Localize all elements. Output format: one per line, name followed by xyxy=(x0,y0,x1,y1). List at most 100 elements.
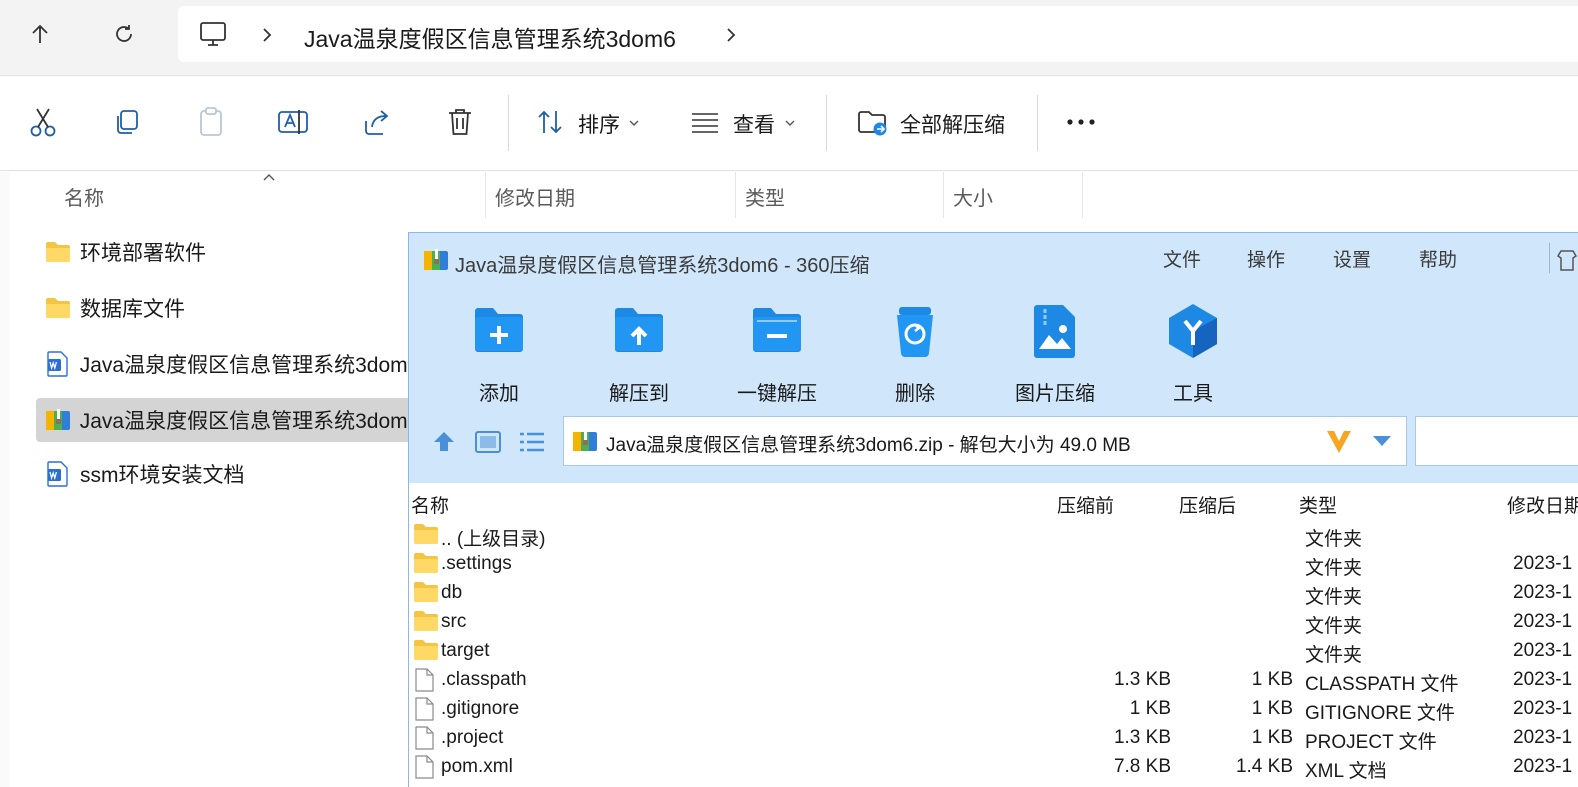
one-click-extract-icon xyxy=(747,301,807,361)
view-mode-button[interactable] xyxy=(475,431,501,453)
sort-button[interactable]: 排序 xyxy=(578,109,620,139)
chevron-right-icon[interactable] xyxy=(724,26,738,44)
column-after-size[interactable]: 压缩后 xyxy=(1179,491,1236,518)
dropdown-arrow-icon[interactable] xyxy=(1372,435,1392,447)
tools-button[interactable]: 工具 xyxy=(1133,301,1253,406)
column-divider[interactable] xyxy=(1082,172,1083,218)
skin-icon[interactable] xyxy=(1557,249,1577,271)
add-folder-icon xyxy=(469,301,529,361)
tool-label: 一键解压 xyxy=(737,383,817,405)
file-row[interactable]: Java温泉度假区信息管理系统3dom6 xyxy=(36,342,416,386)
search-input[interactable] xyxy=(1415,416,1578,466)
share-icon xyxy=(365,110,389,135)
zip360-column-header: 名称 压缩前 压缩后 类型 修改日期 xyxy=(409,485,1578,519)
paste-button[interactable] xyxy=(194,105,228,139)
entry-name: src xyxy=(441,611,467,632)
file-icon xyxy=(413,697,439,721)
column-name[interactable]: 名称 xyxy=(64,182,104,211)
tools-hex-icon xyxy=(1163,301,1223,361)
sort-icon xyxy=(534,105,568,139)
extract-to-button[interactable]: 解压到 xyxy=(579,301,699,406)
archive-row[interactable]: .settings 文件夹 2023-1 xyxy=(409,550,1578,579)
view-button[interactable]: 查看 xyxy=(733,109,775,139)
up-arrow-icon xyxy=(32,24,48,43)
entry-size-before: 1 KB xyxy=(1129,698,1171,719)
navigation-pane[interactable] xyxy=(0,172,10,787)
archive-row[interactable]: target 文件夹 2023-1 xyxy=(409,637,1578,666)
archive-row[interactable]: src 文件夹 2023-1 xyxy=(409,608,1578,637)
column-type[interactable]: 类型 xyxy=(1299,491,1337,518)
breadcrumb-folder[interactable]: Java温泉度假区信息管理系统3dom6 xyxy=(304,20,676,54)
entry-size-after: 1 KB xyxy=(1251,698,1293,719)
zip360-window: Java温泉度假区信息管理系统3dom6 - 360压缩 文件 操作 设置 帮助… xyxy=(408,232,1578,787)
menu-operation[interactable]: 操作 xyxy=(1247,245,1285,272)
entry-name: .project xyxy=(441,727,504,748)
one-click-extract-button[interactable]: 一键解压 xyxy=(717,301,837,406)
column-divider[interactable] xyxy=(943,172,944,218)
file-row[interactable]: ssm环境安装文档 xyxy=(36,452,416,496)
delete-button[interactable] xyxy=(443,105,477,139)
share-button[interactable] xyxy=(360,105,394,139)
entry-size-after: 1 KB xyxy=(1251,727,1293,748)
window-title: Java温泉度假区信息管理系统3dom6 - 360压缩 xyxy=(455,255,870,277)
up-arrow-button[interactable] xyxy=(22,16,58,52)
entry-size-after: 1.4 KB xyxy=(1235,756,1293,777)
tool-label: 图片压缩 xyxy=(1015,383,1095,405)
zip360-header: Java温泉度假区信息管理系统3dom6 - 360压缩 文件 操作 设置 帮助… xyxy=(409,233,1578,483)
menu-file[interactable]: 文件 xyxy=(1163,245,1201,272)
computer-icon xyxy=(198,20,228,48)
command-bar: 排序 查看 全部解压缩 xyxy=(0,77,1578,171)
entry-type: XML 文档 xyxy=(1305,761,1387,782)
archive-row[interactable]: .project 1.3 KB 1 KB PROJECT 文件 2023-1 xyxy=(409,724,1578,753)
column-divider[interactable] xyxy=(485,172,486,218)
archive-path-text: Java温泉度假区信息管理系统3dom6.zip - 解包大小为 49.0 MB xyxy=(606,435,1131,456)
entry-type: 文件夹 xyxy=(1305,587,1363,608)
column-before-size[interactable]: 压缩前 xyxy=(1057,491,1114,518)
entry-modified: 2023-1 xyxy=(1513,611,1573,632)
folder-icon xyxy=(44,294,72,322)
file-row[interactable]: 数据库文件 xyxy=(36,286,416,330)
address-bar[interactable]: Java温泉度假区信息管理系统3dom6 xyxy=(178,6,1578,62)
refresh-button[interactable] xyxy=(106,16,142,52)
add-button[interactable]: 添加 xyxy=(439,301,559,406)
archive-row[interactable]: .classpath 1.3 KB 1 KB CLASSPATH 文件 2023-1 xyxy=(409,666,1578,695)
image-compress-button[interactable]: 图片压缩 xyxy=(995,301,1115,406)
menu-settings[interactable]: 设置 xyxy=(1333,245,1371,272)
entry-type: 文件夹 xyxy=(1305,529,1363,550)
cut-button[interactable] xyxy=(26,105,60,139)
refresh-icon xyxy=(116,25,132,42)
divider xyxy=(1549,243,1550,273)
extract-all-button[interactable]: 全部解压缩 xyxy=(900,109,1005,139)
archive-row[interactable]: .gitignore 1 KB 1 KB GITIGNORE 文件 2023-1 xyxy=(409,695,1578,724)
entry-size-before: 7.8 KB xyxy=(1113,756,1171,777)
archive-row[interactable]: pom.xml 7.8 KB 1.4 KB XML 文档 2023-1 xyxy=(409,753,1578,782)
more-dots-icon xyxy=(1067,119,1095,125)
file-row[interactable]: 环境部署软件 xyxy=(36,230,416,274)
column-divider[interactable] xyxy=(735,172,736,218)
entry-modified: 2023-1 xyxy=(1513,640,1573,661)
delete-archive-button[interactable]: 删除 xyxy=(855,301,975,406)
column-size[interactable]: 大小 xyxy=(953,182,993,211)
entry-type: PROJECT 文件 xyxy=(1305,732,1437,753)
archive-row[interactable]: db 文件夹 2023-1 xyxy=(409,579,1578,608)
file-row-selected[interactable]: Java温泉度假区信息管理系统3dom6 xyxy=(36,398,416,442)
column-name[interactable]: 名称 xyxy=(411,491,449,518)
more-options-button[interactable] xyxy=(1064,105,1098,139)
file-icon xyxy=(413,726,439,750)
list-view-button[interactable] xyxy=(519,431,545,453)
copy-button[interactable] xyxy=(110,105,144,139)
column-type[interactable]: 类型 xyxy=(745,182,785,211)
entry-modified: 2023-1 xyxy=(1513,582,1573,603)
archive-path-bar[interactable]: Java温泉度假区信息管理系统3dom6.zip - 解包大小为 49.0 MB xyxy=(563,416,1407,466)
menu-help[interactable]: 帮助 xyxy=(1419,245,1457,272)
archive-row[interactable]: .. (上级目录) 文件夹 xyxy=(409,521,1578,550)
divider xyxy=(1037,95,1038,151)
entry-name: .settings xyxy=(441,553,512,574)
chevron-down-icon xyxy=(784,119,796,127)
rename-button[interactable] xyxy=(276,105,310,139)
entry-name: db xyxy=(441,582,463,603)
entry-type: 文件夹 xyxy=(1305,616,1363,637)
column-modified[interactable]: 修改日期 xyxy=(1507,491,1578,518)
column-modified[interactable]: 修改日期 xyxy=(495,182,575,211)
up-level-button[interactable] xyxy=(431,429,457,453)
